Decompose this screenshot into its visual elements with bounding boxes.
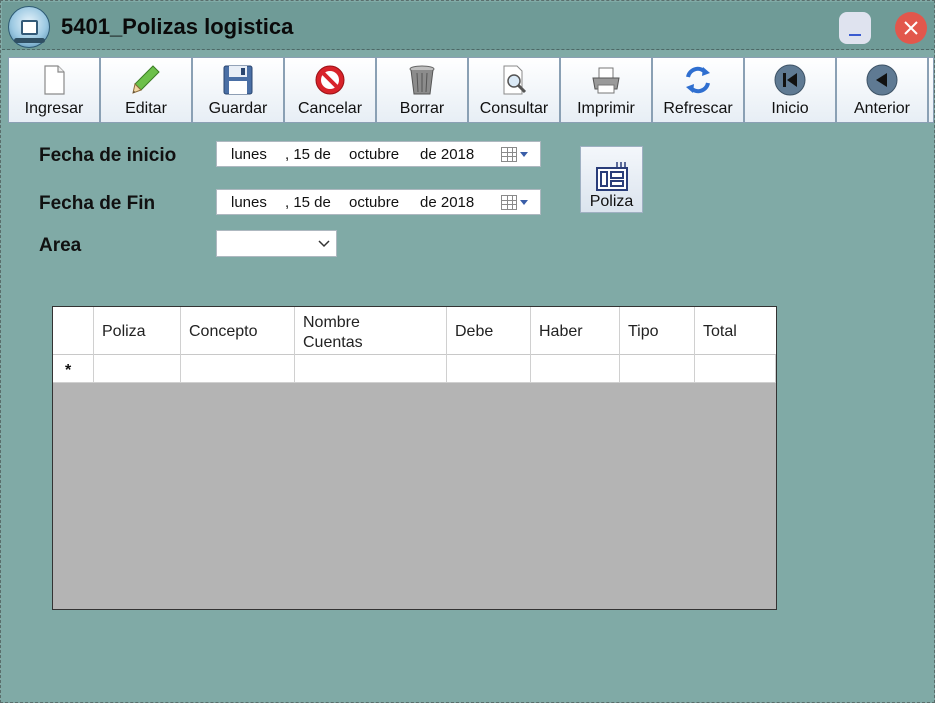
pencil-icon xyxy=(132,65,160,94)
cell-haber[interactable] xyxy=(531,355,620,383)
anterior-button[interactable]: Anterior xyxy=(836,57,928,123)
app-logo-icon xyxy=(8,6,50,48)
editar-button[interactable]: Editar xyxy=(100,57,192,123)
cell-tipo[interactable] xyxy=(620,355,695,383)
refresh-icon xyxy=(686,66,710,94)
cell-poliza[interactable] xyxy=(94,355,181,383)
fecha-fin-weekday[interactable]: lunes xyxy=(231,194,267,211)
title-bar[interactable]: 5401_Polizas logistica xyxy=(2,2,934,50)
report-document-icon xyxy=(596,162,628,191)
dropdown-arrow-icon[interactable] xyxy=(520,152,528,157)
close-button[interactable] xyxy=(895,12,927,44)
row-header-corner[interactable] xyxy=(53,307,94,355)
ingresar-button[interactable]: Ingresar xyxy=(8,57,100,123)
floppy-disk-icon xyxy=(223,65,253,95)
cell-debe[interactable] xyxy=(447,355,531,383)
minimize-icon xyxy=(849,34,861,36)
new-document-icon xyxy=(44,65,65,95)
column-header-total[interactable]: Total xyxy=(695,307,776,355)
grid-header: Poliza Concepto Nombre Cuentas Debe Haber… xyxy=(53,307,776,355)
inicio-button[interactable]: Inicio xyxy=(744,57,836,123)
imprimir-button[interactable]: Imprimir xyxy=(560,57,652,123)
consultar-button[interactable]: Consultar xyxy=(468,57,560,123)
area-select[interactable] xyxy=(216,230,337,257)
fecha-inicio-year[interactable]: de 2018 xyxy=(420,146,474,163)
column-header-nombre-cuentas[interactable]: Nombre Cuentas xyxy=(295,307,447,355)
minimize-button[interactable] xyxy=(839,12,871,44)
cell-concepto[interactable] xyxy=(181,355,295,383)
cell-total[interactable] xyxy=(695,355,776,383)
fecha-inicio-month[interactable]: octubre xyxy=(349,146,399,163)
refrescar-button[interactable]: Refrescar xyxy=(652,57,744,123)
first-record-icon xyxy=(774,64,806,96)
column-header-poliza[interactable]: Poliza xyxy=(94,307,181,355)
guardar-button[interactable]: Guardar xyxy=(192,57,284,123)
fecha-inicio-day[interactable]: , 15 de xyxy=(285,146,331,163)
fecha-inicio-label: Fecha de inicio xyxy=(39,145,177,166)
fecha-fin-year[interactable]: de 2018 xyxy=(420,194,474,211)
trash-can-icon xyxy=(409,65,435,95)
fecha-fin-month[interactable]: octubre xyxy=(349,194,399,211)
fecha-inicio-picker[interactable]: lunes , 15 de octubre de 2018 xyxy=(216,141,541,167)
fecha-fin-picker[interactable]: lunes , 15 de octubre de 2018 xyxy=(216,189,541,215)
no-entry-icon xyxy=(315,65,345,95)
column-header-concepto[interactable]: Concepto xyxy=(181,307,295,355)
calendar-icon[interactable] xyxy=(501,195,517,210)
polizas-grid[interactable]: Poliza Concepto Nombre Cuentas Debe Haber… xyxy=(52,306,777,610)
column-header-tipo[interactable]: Tipo xyxy=(620,307,695,355)
window-title: 5401_Polizas logistica xyxy=(61,14,294,39)
new-row[interactable]: * xyxy=(53,355,776,383)
chevron-down-icon xyxy=(318,240,330,248)
area-label: Area xyxy=(39,235,82,256)
close-icon xyxy=(904,21,918,35)
printer-icon xyxy=(592,67,620,94)
previous-record-icon xyxy=(866,64,898,96)
new-row-marker: * xyxy=(65,362,72,379)
main-window: 5401_Polizas logistica Ingresar Editar G… xyxy=(0,0,935,703)
borrar-button[interactable]: Borrar xyxy=(376,57,468,123)
toolbar: Ingresar Editar Guardar Cancelar Borrar … xyxy=(8,57,934,123)
toolbar-overflow-button[interactable] xyxy=(928,57,934,123)
poliza-button[interactable]: Poliza xyxy=(580,146,643,213)
column-header-haber[interactable]: Haber xyxy=(531,307,620,355)
magnifier-document-icon xyxy=(503,65,527,95)
fecha-fin-label: Fecha de Fin xyxy=(39,193,156,214)
row-header[interactable]: * xyxy=(53,355,94,383)
calendar-icon[interactable] xyxy=(501,147,517,162)
fecha-fin-day[interactable]: , 15 de xyxy=(285,194,331,211)
cancelar-button[interactable]: Cancelar xyxy=(284,57,376,123)
cell-nombre-cuentas[interactable] xyxy=(295,355,447,383)
column-header-debe[interactable]: Debe xyxy=(447,307,531,355)
fecha-inicio-weekday[interactable]: lunes xyxy=(231,146,267,163)
dropdown-arrow-icon[interactable] xyxy=(520,200,528,205)
